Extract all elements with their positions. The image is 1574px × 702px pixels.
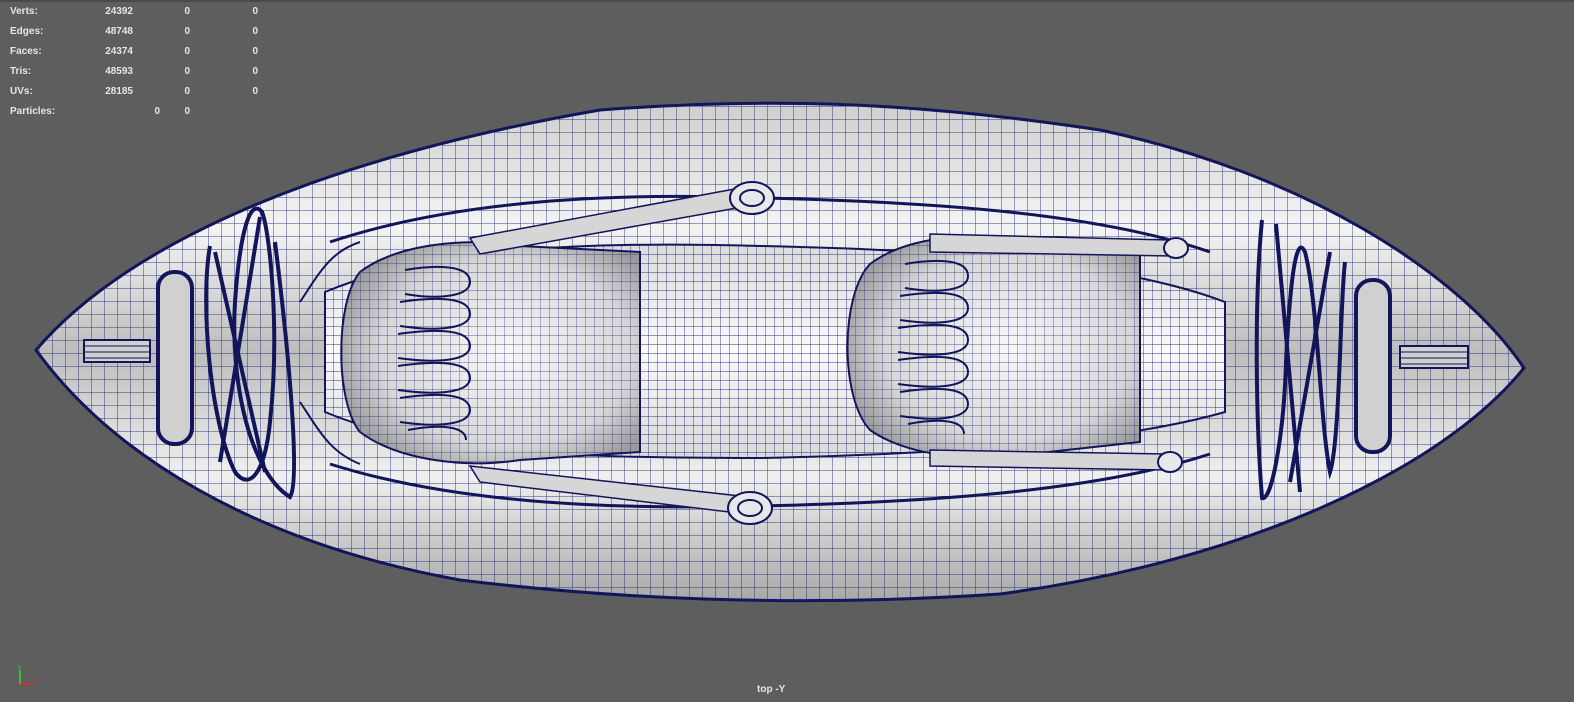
hud-value: 28185	[105, 86, 133, 97]
camera-name-label: top -Y	[757, 684, 786, 695]
hud-value: 48593	[105, 66, 133, 77]
axis-y-label: Y	[17, 665, 22, 672]
seat-front	[846, 235, 1141, 459]
hud-value: 0	[184, 46, 190, 57]
hud-value: 0	[154, 106, 160, 117]
hud-label: UVs:	[10, 86, 33, 97]
hud-value: 0	[252, 86, 258, 97]
hud-value: 0	[252, 66, 258, 77]
hud-value: 0	[184, 26, 190, 37]
hud-value: 48748	[105, 26, 133, 37]
axis-gizmo-icon: Y X	[17, 665, 39, 685]
hud-value: 24374	[105, 46, 133, 57]
viewport-3d[interactable]: Verts: 24392 0 0 Edges: 48748 0 0 Faces:…	[0, 0, 1574, 700]
hud-label: Edges:	[10, 26, 44, 37]
hud-value: 0	[252, 26, 258, 37]
hud-label: Faces:	[10, 46, 42, 57]
hud-label: Tris:	[10, 66, 32, 77]
hud-label: Verts:	[10, 6, 38, 17]
hud-value: 0	[184, 86, 190, 97]
hud-value: 0	[252, 6, 258, 17]
hud-value: 0	[252, 46, 258, 57]
hud-value: 0	[184, 106, 190, 117]
seat-rear	[340, 241, 641, 465]
axis-x-label: X	[34, 677, 39, 684]
hud-value: 0	[184, 6, 190, 17]
hud-value: 24392	[105, 6, 133, 17]
hud-value: 0	[184, 66, 190, 77]
hud-label: Particles:	[10, 106, 56, 117]
kayak-model[interactable]	[0, 2, 1574, 702]
